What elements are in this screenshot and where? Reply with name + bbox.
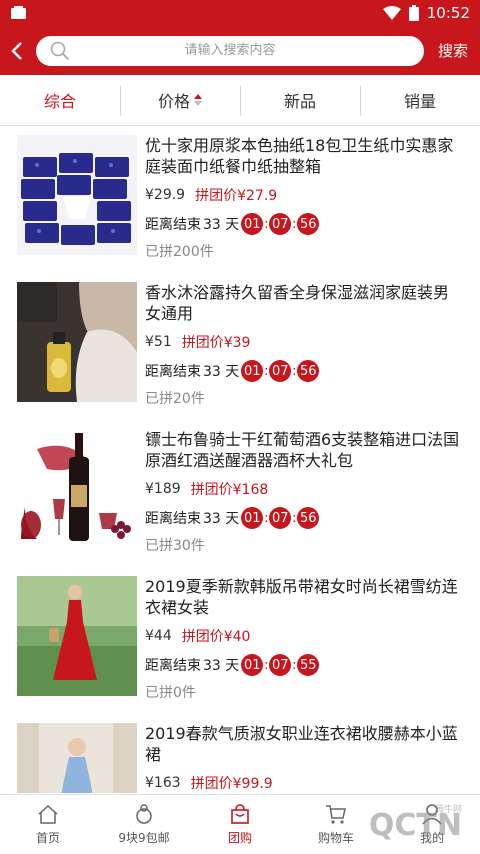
user-icon (422, 804, 442, 825)
group-price: 拼团价¥40 (181, 629, 251, 645)
group-price: 拼团价¥27.9 (195, 188, 278, 204)
product-image-shower-gel (17, 282, 137, 402)
product-image-wine (17, 429, 137, 549)
group-price: 拼团价¥39 (181, 335, 251, 351)
search-button[interactable]: 搜索 (438, 27, 468, 75)
price-row: ¥163 拼团价¥99.9 (145, 773, 273, 793)
bottom-nav: 首页 9块9包邮 团购 购物车 我的 (0, 794, 480, 854)
countdown: 距离结束 33 天 01 : 07 : 56 (145, 360, 320, 382)
product-title: 2019春款气质淑女职业连衣裙收腰赫本小蓝裙 (145, 724, 458, 764)
countdown-label: 距离结束 (145, 511, 201, 527)
notification-icon (11, 6, 26, 19)
nav-mine[interactable]: 我的 (384, 795, 480, 854)
status-right: 10:52 (382, 4, 470, 22)
product-item[interactable]: 香水沐浴露持久留香全身保湿滋润家庭装男女通用 ¥51 拼团价¥39 距离结束 3… (0, 274, 480, 421)
product-image-red-dress (17, 576, 137, 696)
countdown: 距离结束 33 天 01 : 07 : 56 (145, 213, 320, 235)
countdown-hours: 01 (241, 360, 264, 382)
countdown-hours: 01 (241, 507, 264, 529)
product-item[interactable]: 2019春款气质淑女职业连衣裙收腰赫本小蓝裙 ¥163 拼团价¥99.9 (0, 715, 480, 793)
search-placeholder: 请输入搜索内容 (184, 43, 276, 58)
countdown-seconds: 56 (297, 507, 320, 529)
product-title: 2019夏季新款韩版吊带裙女时尚长裙雪纺连衣裙女装 (145, 577, 458, 617)
sold-count: 已拼30件 (145, 538, 205, 554)
product-title: 香水沐浴露持久留香全身保湿滋润家庭装男女通用 (145, 283, 450, 323)
original-price: ¥29.9 (145, 187, 186, 203)
product-image-blue-dress (17, 723, 137, 793)
nav-cart[interactable]: 购物车 (288, 795, 384, 854)
search-input[interactable]: 请输入搜索内容 (36, 36, 424, 66)
price-row: ¥51 拼团价¥39 (145, 332, 250, 352)
sold-count: 已拼200件 (145, 244, 214, 260)
price-row: ¥29.9 拼团价¥27.9 (145, 185, 277, 205)
countdown-minutes: 07 (269, 213, 292, 235)
countdown-seconds: 55 (297, 654, 320, 676)
nav-group-buy[interactable]: 团购 (192, 795, 288, 854)
countdown-days: 33 天 (203, 511, 240, 527)
original-price: ¥163 (145, 775, 181, 791)
tab-comprehensive[interactable]: 综合 (0, 75, 120, 125)
countdown-days: 33 天 (203, 364, 240, 380)
countdown: 距离结束 33 天 01 : 07 : 55 (145, 654, 320, 676)
original-price: ¥189 (145, 481, 181, 497)
original-price: ¥51 (145, 334, 172, 350)
header: 请输入搜索内容 搜索 (0, 27, 480, 75)
tab-new[interactable]: 新品 (240, 75, 360, 125)
bag-9-icon (136, 804, 152, 824)
countdown: 距离结束 33 天 01 : 07 : 56 (145, 507, 320, 529)
countdown-minutes: 07 (269, 654, 292, 676)
status-bar: 10:52 (0, 0, 480, 27)
countdown-days: 33 天 (203, 217, 240, 233)
price-row: ¥44 拼团价¥40 (145, 626, 250, 646)
nav-home[interactable]: 首页 (0, 795, 96, 854)
countdown-label: 距离结束 (145, 217, 201, 233)
tab-price[interactable]: 价格 (120, 75, 240, 125)
home-icon (38, 804, 58, 824)
countdown-hours: 01 (241, 654, 264, 676)
countdown-days: 33 天 (203, 658, 240, 674)
product-image-tissue (17, 135, 137, 255)
product-list: 优十家用原浆本色抽纸18包卫生纸巾实惠家庭装面巾纸餐巾纸抽整箱 ¥29.9 拼团… (0, 127, 480, 793)
product-title: 镖士布鲁骑士干红葡萄酒6支装整箱进口法国原酒红酒送醒酒器酒杯大礼包 (145, 430, 460, 470)
countdown-minutes: 07 (269, 507, 292, 529)
cart-icon (326, 805, 346, 824)
nav-9-9-free-shipping[interactable]: 9块9包邮 (96, 795, 192, 854)
product-item[interactable]: 2019夏季新款韩版吊带裙女时尚长裙雪纺连衣裙女装 ¥44 拼团价¥40 距离结… (0, 568, 480, 715)
countdown-label: 距离结束 (145, 658, 201, 674)
back-button[interactable] (6, 37, 28, 65)
battery-icon (408, 5, 419, 21)
sort-arrows-icon (194, 94, 202, 106)
product-item[interactable]: 优十家用原浆本色抽纸18包卫生纸巾实惠家庭装面巾纸餐巾纸抽整箱 ¥29.9 拼团… (0, 127, 480, 274)
countdown-minutes: 07 (269, 360, 292, 382)
countdown-hours: 01 (241, 213, 264, 235)
countdown-seconds: 56 (297, 360, 320, 382)
price-row: ¥189 拼团价¥168 (145, 479, 268, 499)
sold-count: 已拼20件 (145, 391, 205, 407)
sort-tabs: 综合 价格 新品 销量 (0, 75, 480, 126)
clock: 10:52 (426, 4, 470, 22)
countdown-label: 距离结束 (145, 364, 201, 380)
chevron-left-icon (11, 42, 22, 60)
product-item[interactable]: 镖士布鲁骑士干红葡萄酒6支装整箱进口法国原酒红酒送醒酒器酒杯大礼包 ¥189 拼… (0, 421, 480, 568)
tab-sales[interactable]: 销量 (360, 75, 480, 125)
product-title: 优十家用原浆本色抽纸18包卫生纸巾实惠家庭装面巾纸餐巾纸抽整箱 (145, 136, 454, 176)
wifi-icon (382, 6, 401, 20)
shopping-bag-icon (231, 804, 249, 824)
countdown-seconds: 56 (297, 213, 320, 235)
sold-count: 已拼0件 (145, 685, 196, 701)
original-price: ¥44 (145, 628, 172, 644)
group-price: 拼团价¥99.9 (190, 776, 273, 792)
group-price: 拼团价¥168 (190, 482, 269, 498)
